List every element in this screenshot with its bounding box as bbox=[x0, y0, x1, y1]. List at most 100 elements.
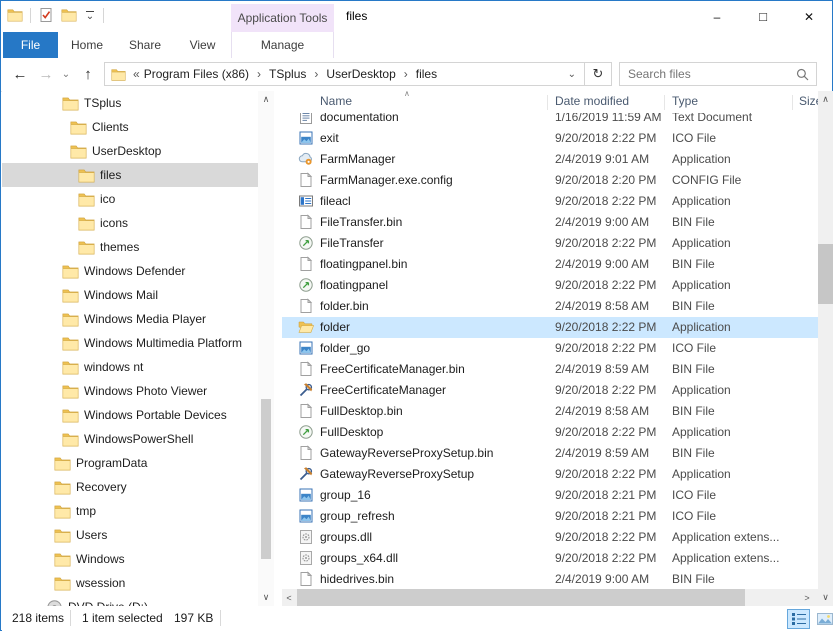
breadcrumb-chevron-icon[interactable]: › bbox=[251, 67, 267, 81]
file-row-freecertificatemanager[interactable]: FreeCertificateManager9/20/2018 2:22 PMA… bbox=[282, 380, 818, 401]
recent-locations-icon[interactable]: ⌄ bbox=[59, 58, 73, 90]
sidebar-item-windows-multimedia-platform[interactable]: Windows Multimedia Platform bbox=[2, 331, 258, 355]
file-row-groups-dll[interactable]: groups.dll9/20/2018 2:22 PMApplication e… bbox=[282, 527, 818, 548]
breadcrumb-segment[interactable]: UserDesktop bbox=[324, 67, 397, 81]
tab-view[interactable]: View bbox=[174, 32, 231, 58]
sidebar-item-label: Windows Defender bbox=[84, 264, 185, 278]
scroll-down-icon[interactable]: ∨ bbox=[818, 592, 833, 603]
file-row-exit[interactable]: exit9/20/2018 2:22 PMICO File bbox=[282, 128, 818, 149]
file-row-floatingpanel-bin[interactable]: floatingpanel.bin2/4/2019 9:00 AMBIN Fil… bbox=[282, 254, 818, 275]
file-row-folder[interactable]: folder9/20/2018 2:22 PMApplication bbox=[282, 317, 818, 338]
sidebar-item-programdata[interactable]: ProgramData bbox=[2, 451, 258, 475]
sidebar-item-windows[interactable]: Windows bbox=[2, 547, 258, 571]
folder-icon bbox=[62, 311, 79, 327]
breadcrumb-segment[interactable]: files bbox=[414, 67, 439, 81]
address-dropdown-icon[interactable]: ⌄ bbox=[560, 69, 584, 80]
sidebar-item-dvd-drive-d[interactable]: DVD Drive (D:) bbox=[2, 595, 258, 606]
tab-file[interactable]: File bbox=[3, 32, 58, 58]
tree-scrollbar[interactable]: ∧ ∨ bbox=[258, 91, 274, 606]
file-row-filetransfer-bin[interactable]: FileTransfer.bin2/4/2019 9:00 AMBIN File bbox=[282, 212, 818, 233]
file-type: BIN File bbox=[672, 443, 715, 464]
address-bar[interactable]: « Program Files (x86) › TSplus › UserDes… bbox=[104, 62, 612, 86]
sidebar-item-tmp[interactable]: tmp bbox=[2, 499, 258, 523]
breadcrumb-segment[interactable]: Program Files (x86) bbox=[142, 67, 251, 81]
file-row-gatewayreverseproxysetup[interactable]: GatewayReverseProxySetup9/20/2018 2:22 P… bbox=[282, 464, 818, 485]
properties-check-icon[interactable] bbox=[38, 7, 54, 23]
column-divider[interactable] bbox=[547, 95, 548, 110]
maximize-button[interactable]: □ bbox=[740, 1, 786, 32]
file-row-group-16[interactable]: group_169/20/2018 2:21 PMICO File bbox=[282, 485, 818, 506]
forward-icon[interactable]: → bbox=[35, 58, 57, 90]
sidebar-item-windows-mail[interactable]: Windows Mail bbox=[2, 283, 258, 307]
file-row-folder-go[interactable]: folder_go9/20/2018 2:22 PMICO File bbox=[282, 338, 818, 359]
details-view-button[interactable] bbox=[787, 609, 810, 629]
sidebar-item-label: Windows Portable Devices bbox=[84, 408, 227, 422]
scroll-up-icon[interactable]: ∧ bbox=[258, 94, 274, 105]
file-list-scrollbar-thumb[interactable] bbox=[818, 244, 833, 304]
sidebar-item-ico[interactable]: ico bbox=[2, 187, 258, 211]
file-row-floatingpanel[interactable]: floatingpanel9/20/2018 2:22 PMApplicatio… bbox=[282, 275, 818, 296]
folder-icon[interactable] bbox=[7, 7, 23, 23]
horizontal-scrollbar[interactable]: < > bbox=[282, 589, 818, 606]
tab-home[interactable]: Home bbox=[58, 32, 116, 58]
file-row-fulldesktop[interactable]: FullDesktop9/20/2018 2:22 PMApplication bbox=[282, 422, 818, 443]
file-row-filetransfer[interactable]: FileTransfer9/20/2018 2:22 PMApplication bbox=[282, 233, 818, 254]
minimize-button[interactable]: – bbox=[694, 1, 740, 32]
file-row-freecertificatemanager-bin[interactable]: FreeCertificateManager.bin2/4/2019 8:59 … bbox=[282, 359, 818, 380]
sidebar-item-windowspowershell[interactable]: WindowsPowerShell bbox=[2, 427, 258, 451]
breadcrumb-chevron-icon[interactable]: › bbox=[308, 67, 324, 81]
column-divider[interactable] bbox=[792, 95, 793, 110]
file-name: FarmManager bbox=[320, 149, 395, 170]
scroll-left-icon[interactable]: < bbox=[282, 589, 296, 606]
sidebar-item-tsplus[interactable]: TSplus bbox=[2, 91, 258, 115]
scroll-right-icon[interactable]: > bbox=[800, 589, 814, 606]
search-icon[interactable] bbox=[796, 68, 809, 81]
file-row-gatewayreverseproxysetup-bin[interactable]: GatewayReverseProxySetup.bin2/4/2019 8:5… bbox=[282, 443, 818, 464]
breadcrumb-chevron-icon[interactable]: › bbox=[398, 67, 414, 81]
sidebar-item-windows-photo-viewer[interactable]: Windows Photo Viewer bbox=[2, 379, 258, 403]
sidebar-item-windows-defender[interactable]: Windows Defender bbox=[2, 259, 258, 283]
sidebar-item-windows-nt[interactable]: windows nt bbox=[2, 355, 258, 379]
breadcrumb-segment[interactable]: TSplus bbox=[267, 67, 308, 81]
thumbnails-view-button[interactable] bbox=[813, 609, 833, 629]
column-header-name[interactable]: Name bbox=[320, 94, 352, 108]
sidebar-item-wsession[interactable]: wsession bbox=[2, 571, 258, 595]
file-row-folder-bin[interactable]: folder.bin2/4/2019 8:58 AMBIN File bbox=[282, 296, 818, 317]
column-header-type[interactable]: Type bbox=[672, 94, 698, 108]
tab-manage[interactable]: Manage bbox=[231, 32, 334, 58]
refresh-icon[interactable]: ↻ bbox=[585, 66, 611, 82]
up-icon[interactable]: ↑ bbox=[77, 58, 99, 90]
file-row-groups-x64-dll[interactable]: groups_x64.dll9/20/2018 2:22 PMApplicati… bbox=[282, 548, 818, 569]
sidebar-item-clients[interactable]: Clients bbox=[2, 115, 258, 139]
sidebar-item-files[interactable]: files bbox=[2, 163, 258, 187]
search-input[interactable] bbox=[620, 63, 796, 85]
tree-scrollbar-thumb[interactable] bbox=[261, 399, 271, 559]
sidebar-item-icons[interactable]: icons bbox=[2, 211, 258, 235]
scroll-down-icon[interactable]: ∨ bbox=[258, 592, 274, 603]
sidebar-item-themes[interactable]: themes bbox=[2, 235, 258, 259]
file-type: BIN File bbox=[672, 569, 715, 589]
file-date-modified: 2/4/2019 9:00 AM bbox=[555, 212, 649, 233]
file-row-fulldesktop-bin[interactable]: FullDesktop.bin2/4/2019 8:58 AMBIN File bbox=[282, 401, 818, 422]
sidebar-item-windows-media-player[interactable]: Windows Media Player bbox=[2, 307, 258, 331]
sidebar-item-windows-portable-devices[interactable]: Windows Portable Devices bbox=[2, 403, 258, 427]
sidebar-item-recovery[interactable]: Recovery bbox=[2, 475, 258, 499]
new-folder-icon[interactable] bbox=[61, 7, 77, 23]
breadcrumb-collapsed-icon[interactable]: « bbox=[131, 67, 142, 81]
column-header-date-modified[interactable]: Date modified bbox=[555, 94, 629, 108]
file-row-hidedrives-bin[interactable]: hidedrives.bin2/4/2019 9:00 AMBIN File bbox=[282, 569, 818, 589]
file-row-group-refresh[interactable]: group_refresh9/20/2018 2:21 PMICO File bbox=[282, 506, 818, 527]
column-divider[interactable] bbox=[664, 95, 665, 110]
file-row-farmmanager-exe-config[interactable]: FarmManager.exe.config9/20/2018 2:20 PMC… bbox=[282, 170, 818, 191]
file-row-fileacl[interactable]: fileacl9/20/2018 2:22 PMApplication bbox=[282, 191, 818, 212]
back-icon[interactable]: ← bbox=[9, 58, 31, 90]
customize-quick-access-icon[interactable]: ⌄ bbox=[84, 10, 96, 21]
scroll-up-icon[interactable]: ∧ bbox=[818, 94, 833, 105]
sidebar-item-users[interactable]: Users bbox=[2, 523, 258, 547]
horizontal-scrollbar-thumb[interactable] bbox=[297, 589, 745, 606]
file-row-farmmanager[interactable]: FarmManager2/4/2019 9:01 AMApplication bbox=[282, 149, 818, 170]
close-button[interactable]: ✕ bbox=[786, 1, 832, 32]
file-list-scrollbar[interactable]: ∧ ∨ bbox=[818, 91, 833, 606]
sidebar-item-userdesktop[interactable]: UserDesktop bbox=[2, 139, 258, 163]
tab-share[interactable]: Share bbox=[116, 32, 174, 58]
